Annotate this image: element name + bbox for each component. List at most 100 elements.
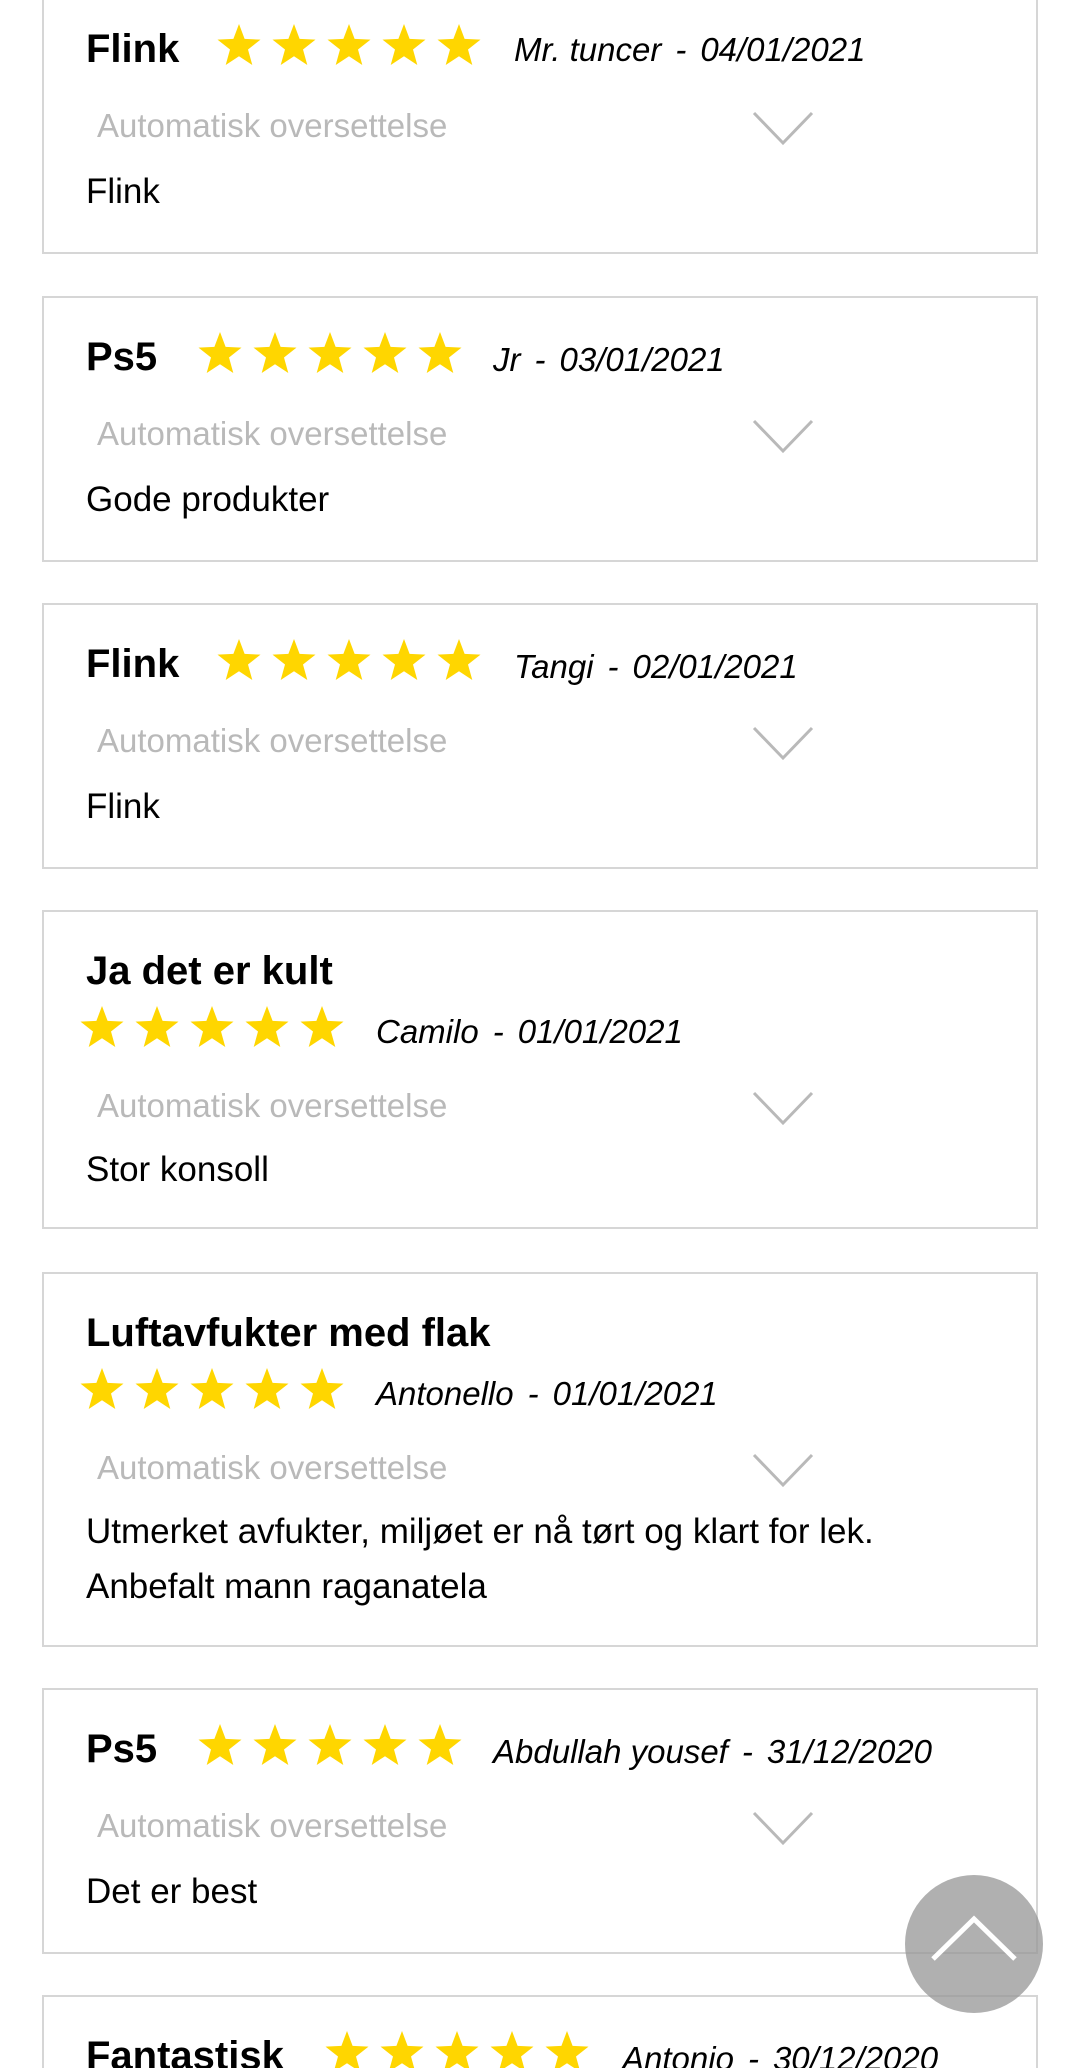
chevron-down-icon[interactable] xyxy=(752,725,814,761)
translate-toggle-label[interactable]: Automatisk oversettelse xyxy=(97,1448,447,1488)
review-title: Fantastisk xyxy=(86,2034,284,2068)
translate-toggle-label[interactable]: Automatisk oversettelse xyxy=(97,721,447,761)
rating-stars xyxy=(216,22,491,72)
translate-toggle-label[interactable]: Automatisk oversettelse xyxy=(97,1806,447,1846)
star-icon xyxy=(308,332,352,373)
review-text: Utmerket avfukter, miljøet er nå tørt og… xyxy=(86,1512,874,1606)
star-icon xyxy=(308,1724,352,1765)
review-text: Gode produkter xyxy=(86,480,330,519)
star-icon xyxy=(327,24,371,65)
star-icon xyxy=(217,24,261,65)
star-icon xyxy=(253,1724,297,1765)
star-icon xyxy=(300,1006,344,1047)
star-icon xyxy=(363,332,407,373)
review-card: Flink Mr. tuncer -04/01/2021 Automatisk o… xyxy=(42,0,1038,254)
star-icon xyxy=(272,24,316,65)
star-icon xyxy=(382,24,426,65)
chevron-down-icon[interactable] xyxy=(752,1810,814,1846)
review-meta: Jr -03/01/2021 xyxy=(493,340,725,380)
star-icon xyxy=(418,1724,462,1765)
rating-stars xyxy=(216,637,491,687)
translate-toggle-label[interactable]: Automatisk oversettelse xyxy=(97,1086,447,1126)
meta-separator: - xyxy=(492,1013,504,1050)
rating-stars xyxy=(197,330,472,380)
review-meta: Mr. tuncer -04/01/2021 xyxy=(514,30,865,70)
star-icon xyxy=(217,639,261,680)
meta-separator: - xyxy=(527,1375,539,1412)
meta-separator: - xyxy=(741,1733,753,1770)
star-icon xyxy=(253,332,297,373)
star-icon xyxy=(198,1724,242,1765)
translate-toggle-label[interactable]: Automatisk oversettelse xyxy=(97,106,447,146)
review-meta: Camilo -01/01/2021 xyxy=(376,1012,683,1052)
star-icon xyxy=(135,1368,179,1409)
review-title: Ps5 xyxy=(86,335,158,379)
star-icon xyxy=(245,1368,289,1409)
star-icon xyxy=(80,1368,124,1409)
review-date: 01/01/2021 xyxy=(552,1375,718,1412)
review-date: 03/01/2021 xyxy=(559,341,725,378)
reviews-page: Flink Mr. tuncer -04/01/2021 Automatisk o… xyxy=(0,0,1080,2068)
star-icon xyxy=(190,1006,234,1047)
review-author: Abdullah yousef xyxy=(493,1733,728,1770)
rating-stars xyxy=(324,2029,599,2068)
star-icon xyxy=(437,639,481,680)
review-text: Flink xyxy=(86,787,160,826)
scroll-to-top-button[interactable] xyxy=(905,1875,1043,2013)
review-meta: Tangi -02/01/2021 xyxy=(514,647,798,687)
meta-separator: - xyxy=(607,648,619,685)
meta-separator: - xyxy=(534,341,546,378)
star-icon xyxy=(380,2031,424,2068)
review-title: Flink xyxy=(86,27,180,71)
review-author: Mr. tuncer xyxy=(514,31,662,68)
star-icon xyxy=(80,1006,124,1047)
star-icon xyxy=(300,1368,344,1409)
review-author: Jr xyxy=(493,341,521,378)
star-icon xyxy=(435,2031,479,2068)
star-icon xyxy=(245,1006,289,1047)
star-icon xyxy=(190,1368,234,1409)
review-title: Luftavfukter med flak xyxy=(86,1311,491,1355)
review-text: Det er best xyxy=(86,1872,258,1911)
chevron-down-icon[interactable] xyxy=(752,1090,814,1126)
star-icon xyxy=(545,2031,589,2068)
star-icon xyxy=(327,639,371,680)
review-card: Ps5 Jr -03/01/2021 Automatisk oversettels… xyxy=(42,296,1038,562)
chevron-up-icon xyxy=(931,1915,1017,1961)
review-meta: Antonio -30/12/2020 xyxy=(622,2039,938,2068)
rating-stars xyxy=(79,1366,354,1416)
star-icon xyxy=(325,2031,369,2068)
chevron-down-icon[interactable] xyxy=(752,1452,814,1488)
review-date: 30/12/2020 xyxy=(772,2040,939,2068)
review-date: 31/12/2020 xyxy=(766,1733,933,1770)
review-card: Luftavfukter med flak Antonello -01/01/20… xyxy=(42,1272,1038,1647)
review-date: 02/01/2021 xyxy=(632,648,798,685)
meta-separator: - xyxy=(747,2040,759,2068)
star-icon xyxy=(437,24,481,65)
star-icon xyxy=(272,639,316,680)
translate-toggle-label[interactable]: Automatisk oversettelse xyxy=(97,414,447,454)
review-date: 04/01/2021 xyxy=(700,31,866,68)
star-icon xyxy=(382,639,426,680)
meta-separator: - xyxy=(675,31,687,68)
review-author: Antonello xyxy=(376,1375,514,1412)
review-title: Ps5 xyxy=(86,1727,158,1771)
review-author: Camilo xyxy=(376,1013,479,1050)
review-title: Ja det er kult xyxy=(86,949,333,993)
star-icon xyxy=(363,1724,407,1765)
chevron-down-icon[interactable] xyxy=(752,110,814,146)
review-text: Flink xyxy=(86,172,160,211)
star-icon xyxy=(490,2031,534,2068)
review-card: Fantastisk Antonio -30/12/2020 xyxy=(42,1995,1038,2068)
review-author: Tangi xyxy=(514,648,594,685)
rating-stars xyxy=(79,1004,354,1054)
review-date: 01/01/2021 xyxy=(517,1013,683,1050)
review-title: Flink xyxy=(86,642,180,686)
review-card: Ja det er kult Camilo -01/01/2021 Automat… xyxy=(42,910,1038,1229)
chevron-down-icon[interactable] xyxy=(752,418,814,454)
review-text: Stor konsoll xyxy=(86,1150,269,1189)
review-card: Flink Tangi -02/01/2021 Automatisk overse… xyxy=(42,603,1038,869)
review-author: Antonio xyxy=(622,2040,734,2068)
rating-stars xyxy=(197,1722,472,1772)
star-icon xyxy=(135,1006,179,1047)
